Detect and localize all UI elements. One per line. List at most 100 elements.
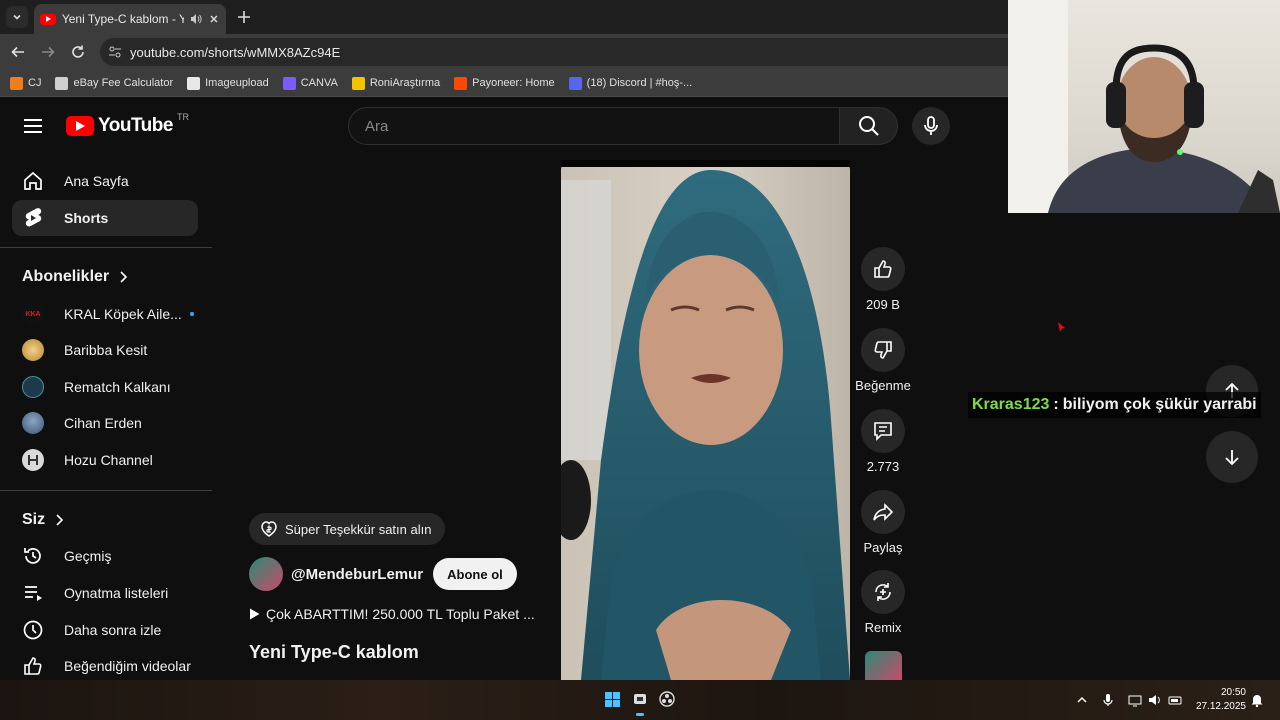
sidebar-item-label: Daha sonra izle — [64, 622, 162, 638]
you-header-label: Siz — [22, 511, 46, 528]
bookmark-item[interactable]: RoniAraştırma — [351, 76, 441, 90]
site-info-icon[interactable] — [108, 45, 122, 59]
subscription-item[interactable]: Rematch Kalkanı — [12, 369, 198, 405]
sidebar-item-shorts[interactable]: Shorts — [12, 200, 198, 236]
remix-icon — [875, 583, 891, 601]
chevron-right-icon — [120, 271, 128, 283]
dislike-button[interactable] — [861, 328, 905, 372]
like-button[interactable] — [861, 247, 905, 291]
bookmark-item[interactable]: (18) Discord | #hoş-... — [568, 76, 693, 90]
start-button[interactable] — [605, 692, 620, 707]
play-icon — [250, 608, 260, 620]
chat-username: Kraras123 — [972, 396, 1050, 413]
playlist-link[interactable]: Çok ABARTTIM! 250.000 TL Toplu Paket ... — [249, 606, 535, 622]
notifications-icon[interactable] — [1250, 692, 1264, 708]
taskbar-app-button[interactable] — [632, 691, 648, 707]
sound-thumbnail[interactable] — [865, 651, 902, 680]
webcam-overlay — [1008, 0, 1280, 213]
home-icon — [22, 170, 44, 192]
taskbar-app-button[interactable] — [659, 691, 675, 707]
playlists-icon — [22, 582, 44, 604]
sidebar-divider — [0, 247, 212, 248]
channel-handle[interactable]: @MendeburLemur — [291, 566, 423, 583]
you-section-header[interactable]: Siz — [22, 511, 64, 529]
obs-icon — [659, 691, 675, 707]
bookmark-favicon-icon — [454, 76, 468, 90]
chevron-down-icon — [13, 14, 21, 20]
channel-avatar — [22, 376, 44, 398]
show-hidden-icons-icon[interactable] — [1076, 692, 1088, 708]
volume-icon[interactable] — [1148, 692, 1162, 708]
comments-button[interactable] — [861, 409, 905, 453]
battery-icon[interactable] — [1168, 692, 1184, 708]
sidebar-item-label: Shorts — [64, 210, 109, 226]
video-top-bar — [561, 160, 850, 167]
subscription-label: Hozu Channel — [64, 452, 153, 468]
bookmark-item[interactable]: CJ — [10, 76, 41, 90]
super-thanks-button[interactable]: Süper Teşekkür satın alın — [249, 513, 446, 545]
forward-arrow-icon[interactable] — [40, 44, 56, 60]
tab-youtube[interactable]: Yeni Type-C kablom - YouTube — [34, 4, 226, 34]
new-tab-icon[interactable] — [236, 9, 252, 25]
close-tab-icon[interactable] — [208, 13, 220, 25]
sidebar-item-label: Beğendiğim videolar — [64, 658, 191, 674]
bookmark-favicon-icon — [10, 76, 23, 90]
search-input[interactable] — [365, 117, 839, 135]
bookmark-label: (18) Discord | #hoş-... — [586, 77, 693, 89]
bookmark-favicon-icon — [282, 76, 296, 90]
shorts-icon — [22, 207, 44, 229]
subscriptions-header[interactable]: Abonelikler — [22, 268, 128, 286]
sidebar-item-history[interactable]: Geçmiş — [12, 538, 198, 574]
menu-icon[interactable] — [22, 117, 44, 135]
bookmark-item[interactable]: eBay Fee Calculator — [55, 76, 173, 90]
video-title[interactable]: Yeni Type-C kablom — [249, 642, 419, 663]
comment-count: 2.773 — [866, 459, 900, 474]
tab-search-button[interactable] — [6, 6, 28, 28]
subscribe-button[interactable]: Abone ol — [433, 558, 517, 590]
like-count: 209 B — [866, 297, 900, 312]
comment-icon — [874, 422, 892, 441]
sidebar-item-label: Geçmiş — [64, 548, 112, 564]
bookmark-item[interactable]: CANVA — [282, 76, 338, 90]
bookmark-label: RoniAraştırma — [369, 77, 441, 89]
bookmark-label: CANVA — [300, 77, 338, 89]
mouse-cursor-icon — [1058, 322, 1065, 332]
dislike-action: Beğenme — [855, 328, 911, 393]
remix-button[interactable] — [861, 570, 905, 614]
share-icon — [873, 503, 894, 521]
sidebar-item-label: Oynatma listeleri — [64, 585, 169, 601]
app-icon — [634, 694, 646, 704]
sidebar-item-watch-later[interactable]: Daha sonra izle — [12, 612, 198, 648]
bookmark-item[interactable]: Payoneer: Home — [454, 76, 555, 90]
bookmark-item[interactable]: Imageupload — [187, 76, 269, 90]
back-arrow-icon[interactable] — [10, 44, 26, 60]
next-short-button[interactable] — [1206, 431, 1258, 483]
share-action: Paylaş — [856, 490, 910, 555]
share-button[interactable] — [861, 490, 905, 534]
watch-later-icon — [22, 619, 44, 641]
channel-avatar[interactable] — [249, 557, 283, 591]
microphone-icon[interactable] — [1103, 692, 1113, 708]
audio-playing-icon[interactable] — [190, 13, 202, 25]
subscription-item[interactable]: Cihan Erden — [12, 405, 198, 441]
voice-search-button[interactable] — [912, 107, 950, 145]
shorts-video-player[interactable] — [561, 160, 850, 680]
new-content-dot — [189, 312, 194, 316]
remix-label: Remix — [864, 620, 902, 635]
sidebar-item-liked-videos[interactable]: Beğendiğim videolar — [12, 648, 198, 684]
sidebar-item-playlists[interactable]: Oynatma listeleri — [12, 575, 198, 611]
sidebar-item-home[interactable]: Ana Sayfa — [12, 163, 198, 199]
chat-separator: : — [1053, 396, 1059, 413]
subscription-item[interactable]: KKA KRAL Köpek Aile... — [12, 296, 198, 332]
bookmark-favicon-icon — [55, 76, 69, 90]
arrow-down-icon — [1225, 450, 1239, 466]
subscription-item[interactable]: Baribba Kesit — [12, 332, 198, 368]
search-button[interactable] — [840, 107, 898, 145]
sidebar-item-label: Ana Sayfa — [64, 173, 129, 189]
youtube-logo[interactable]: YouTube TR — [66, 112, 189, 137]
reload-icon[interactable] — [70, 44, 86, 60]
network-icon[interactable] — [1128, 692, 1142, 708]
subscriptions-header-label: Abonelikler — [22, 268, 110, 285]
subscription-item[interactable]: Hozu Channel — [12, 442, 198, 478]
system-clock[interactable]: 20:50 27.12.2025 — [1190, 686, 1246, 714]
